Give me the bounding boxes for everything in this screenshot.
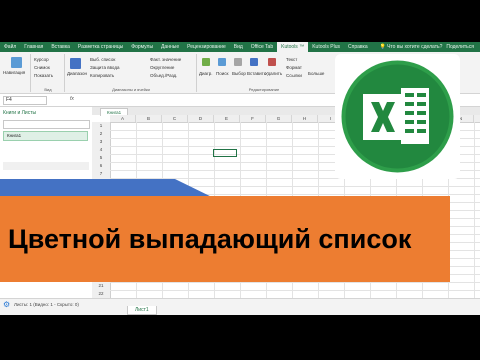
column-header[interactable]: H bbox=[292, 115, 318, 122]
pane-search-box[interactable] bbox=[3, 120, 90, 129]
letterbox-bottom bbox=[0, 315, 480, 360]
grid-row-line bbox=[110, 282, 480, 283]
workbook-list-item[interactable]: Книга1 bbox=[3, 131, 88, 141]
ribbon-tab[interactable]: Kutools Plus bbox=[308, 42, 344, 52]
more-button[interactable]: Больше bbox=[308, 71, 324, 76]
protect-input-button[interactable]: Защита ввода bbox=[90, 65, 119, 70]
view-group-label: Вид bbox=[44, 87, 52, 92]
copy-button[interactable]: Копировать bbox=[90, 73, 114, 78]
column-header[interactable]: A bbox=[110, 115, 136, 122]
navigation-label: Навигация bbox=[3, 70, 26, 75]
insert-button[interactable]: Вставить bbox=[247, 71, 266, 76]
gear-icon[interactable]: ⚙ bbox=[3, 301, 10, 309]
tell-me-box[interactable]: 💡 Что вы хотите сделать? bbox=[379, 44, 442, 50]
column-header[interactable]: B bbox=[136, 115, 162, 122]
navigation-icon[interactable] bbox=[11, 57, 22, 68]
column-header[interactable]: C bbox=[162, 115, 188, 122]
pane-title: Книги и Листы bbox=[3, 110, 37, 116]
selected-cell[interactable] bbox=[213, 149, 237, 157]
sheet-tab[interactable]: Лист1 bbox=[127, 306, 157, 315]
snap-button[interactable]: Снимок bbox=[34, 65, 50, 70]
ribbon-tab[interactable]: Office Tab bbox=[247, 42, 277, 52]
ribbon-tab[interactable]: Вид bbox=[230, 42, 247, 52]
chart-icon[interactable] bbox=[202, 58, 210, 66]
row-header[interactable]: 22 bbox=[92, 290, 110, 298]
ribbon-tab[interactable]: Kutools ™ bbox=[277, 42, 309, 52]
search-icon[interactable] bbox=[218, 58, 226, 66]
delete-icon[interactable] bbox=[268, 58, 276, 66]
grid-column-line bbox=[474, 122, 475, 307]
ribbon-tab[interactable]: Данные bbox=[157, 42, 183, 52]
row-header[interactable]: 6 bbox=[92, 162, 110, 170]
range-button[interactable]: Диапазон bbox=[67, 71, 87, 76]
select-icon[interactable] bbox=[234, 58, 242, 66]
delete-button[interactable]: Удалить bbox=[265, 71, 282, 76]
video-frame: Файл Главная Вставка Разметка страницы Форму… bbox=[0, 0, 480, 360]
share-button[interactable]: Поделиться bbox=[446, 44, 474, 50]
banner-title: Цветной выпадающий список bbox=[8, 224, 412, 254]
row-header[interactable]: 1 bbox=[92, 122, 110, 130]
status-text: Листы: 1 (Видно: 1 - Скрыто: 0) bbox=[14, 302, 79, 307]
row-header[interactable]: 5 bbox=[92, 154, 110, 162]
editing-group-label: Редактирование bbox=[248, 87, 280, 92]
ribbon-tab[interactable]: Файл bbox=[0, 42, 20, 52]
status-bar: Листы: 1 (Видно: 1 - Скрыто: 0) bbox=[0, 298, 480, 316]
excel-logo-icon bbox=[335, 54, 460, 179]
ribbon-tab-right: 💡 Что вы хотите сделать? Поделиться bbox=[379, 44, 480, 50]
letterbox-top bbox=[0, 0, 480, 42]
select-button[interactable]: Выбор bbox=[232, 71, 246, 76]
ribbon-tab[interactable]: Разметка страницы bbox=[74, 42, 127, 52]
ranges-group-label: Диапазоны и ячейки bbox=[112, 87, 150, 92]
name-box[interactable]: F4 bbox=[3, 96, 47, 105]
fact-values-button[interactable]: Факт. значение bbox=[150, 57, 181, 62]
cursor-button[interactable]: Курсор bbox=[34, 57, 49, 62]
row-header[interactable]: 21 bbox=[92, 282, 110, 290]
insert-icon[interactable] bbox=[250, 58, 258, 66]
ribbon-tab[interactable]: Рецензирование bbox=[183, 42, 230, 52]
row-header[interactable]: 4 bbox=[92, 146, 110, 154]
ribbon-tab[interactable]: Формулы bbox=[127, 42, 157, 52]
text-button[interactable]: Текст bbox=[286, 57, 297, 62]
chart-button[interactable]: Диагр. bbox=[199, 71, 212, 76]
ribbon-group-editing: Диагр. Поиск Выбор Вставить Удалить Текс… bbox=[198, 54, 330, 92]
show-button[interactable]: Показать bbox=[34, 73, 53, 78]
range-icon[interactable] bbox=[70, 58, 81, 69]
pane-toolbar bbox=[3, 162, 89, 170]
rounding-button[interactable]: Округление bbox=[150, 65, 174, 70]
grid-row-line bbox=[110, 290, 480, 291]
ribbon-tab[interactable]: Справка bbox=[344, 42, 372, 52]
fx-icon[interactable]: fx bbox=[70, 96, 74, 102]
row-header[interactable]: 2 bbox=[92, 130, 110, 138]
column-header[interactable]: G bbox=[266, 115, 292, 122]
column-header[interactable]: E bbox=[214, 115, 240, 122]
column-header[interactable]: F bbox=[240, 115, 266, 122]
ribbon-group-view: Курсор Снимок Показать Вид bbox=[32, 54, 65, 92]
column-header[interactable]: O bbox=[474, 115, 480, 122]
ribbon-tab[interactable]: Вставка bbox=[47, 42, 74, 52]
ribbon-group-navigation: Навигация bbox=[2, 54, 31, 92]
format-button[interactable]: Формат bbox=[286, 65, 302, 70]
ribbon-tabs: Файл Главная Вставка Разметка страницы Форму… bbox=[0, 42, 480, 52]
column-header[interactable]: D bbox=[188, 115, 214, 122]
row-header[interactable]: 7 bbox=[92, 170, 110, 178]
ribbon-tab[interactable]: Главная bbox=[20, 42, 47, 52]
row-header[interactable]: 3 bbox=[92, 138, 110, 146]
select-list-button[interactable]: Выб. список bbox=[90, 57, 115, 62]
ribbon-group-ranges: Диапазон Выб. список Защита ввода Копиро… bbox=[66, 54, 197, 92]
link-button[interactable]: Ссылки bbox=[286, 73, 302, 78]
combine-button[interactable]: Объед./Разд. bbox=[150, 73, 177, 78]
search-button[interactable]: Поиск bbox=[216, 71, 228, 76]
